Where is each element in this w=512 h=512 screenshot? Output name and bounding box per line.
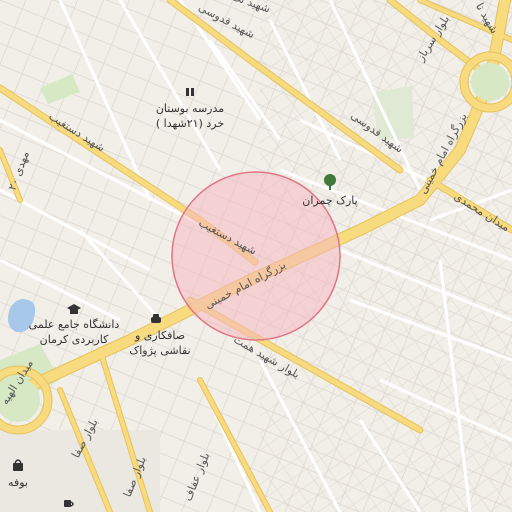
map-canvas[interactable]: بزرگراه امام خمینی بزرگراه امام خمینی شه… bbox=[0, 0, 512, 512]
poi-school-label-1: مدرسه بوستان bbox=[156, 102, 224, 115]
poi-school-label-2: خرد (۲۱شهدا ) bbox=[156, 117, 224, 130]
roundabout-northeast bbox=[459, 51, 512, 113]
poi-university-label-2: کاربردی کرمان bbox=[40, 333, 109, 346]
map-svg[interactable]: بزرگراه امام خمینی بزرگراه امام خمینی شه… bbox=[0, 0, 512, 512]
poi-buffet-label: بوفه bbox=[8, 476, 28, 489]
poi-university-label-1: دانشگاه جامع علمی bbox=[29, 318, 120, 331]
poi-car-paint-label-2: نقاشی پژواک bbox=[129, 344, 190, 357]
poi-car-paint-label-1: صافکاری و bbox=[134, 329, 185, 342]
poi-park-label: پارک چمران bbox=[302, 194, 357, 207]
